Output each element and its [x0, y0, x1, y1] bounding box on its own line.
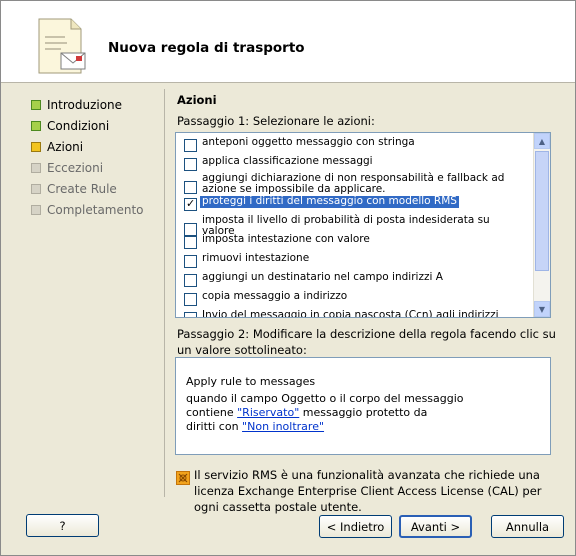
action-checkbox[interactable]	[184, 181, 197, 194]
action-label: aggiungi un destinatario nel campo indir…	[202, 271, 443, 283]
warning-glyph-icon	[178, 473, 188, 483]
action-label: applica classificazione messaggi	[202, 155, 373, 167]
action-checkbox[interactable]	[184, 312, 197, 317]
action-label: copia messaggio a indirizzo	[202, 290, 348, 302]
actions-scrollbar[interactable]: ▲ ▼	[533, 133, 550, 317]
rms-template-link[interactable]: "Non inoltrare"	[242, 420, 324, 433]
step-condizioni: Condizioni	[31, 115, 161, 136]
wizard-steps: Introduzione Condizioni Azioni Eccezioni…	[31, 94, 161, 220]
wizard-title: Nuova regola di trasporto	[108, 40, 305, 56]
step-complete-icon	[31, 99, 41, 110]
action-label: Invio del messaggio in copia nascosta (C…	[202, 309, 499, 318]
step-pending-icon	[31, 162, 41, 173]
action-checkbox[interactable]	[184, 139, 197, 152]
warning-icon	[176, 471, 190, 485]
action-item[interactable]: imposta intestazione con valore	[176, 234, 532, 253]
scroll-thumb[interactable]	[535, 151, 549, 271]
keyword-link[interactable]: "Riservato"	[237, 406, 299, 419]
wizard-header: Nuova regola di trasporto	[1, 1, 575, 83]
scroll-down-icon[interactable]: ▼	[534, 301, 550, 317]
action-item[interactable]: rimuovi intestazione	[176, 253, 532, 272]
description-line: Apply rule to messages	[186, 375, 316, 388]
step-introduzione: Introduzione	[31, 94, 161, 115]
action-label: imposta il livello di probabilità di pos…	[202, 214, 490, 226]
step-pending-icon	[31, 183, 41, 194]
step-eccezioni: Eccezioni	[31, 157, 161, 178]
step-pending-icon	[31, 204, 41, 215]
action-label: rimuovi intestazione	[202, 252, 310, 264]
action-checkbox[interactable]	[184, 255, 197, 268]
action-label: anteponi oggetto messaggio con stringa	[202, 136, 415, 148]
action-item[interactable]: copia messaggio a indirizzo	[176, 291, 532, 310]
next-button[interactable]: Avanti >	[399, 515, 472, 538]
step-azioni: Azioni	[31, 136, 161, 157]
step1-label: Passaggio 1: Selezionare le azioni:	[177, 114, 375, 128]
step2-label: Passaggio 2: Modificare la descrizione d…	[177, 327, 556, 357]
nav-divider	[164, 89, 165, 497]
description-line: contiene "Riservato" messaggio protetto …	[186, 406, 428, 419]
action-checkbox[interactable]	[184, 197, 197, 211]
action-checkbox[interactable]	[184, 236, 197, 249]
step-complete-icon	[31, 120, 41, 131]
transport-rule-wizard: Nuova regola di trasporto Introduzione C…	[0, 0, 576, 556]
document-mail-icon	[38, 18, 86, 74]
description-line: diritti con "Non inoltrare"	[186, 420, 325, 433]
action-checkbox[interactable]	[184, 293, 197, 306]
rule-description: Apply rule to messages quando il campo O…	[175, 357, 551, 455]
action-label: azione se impossibile da applicare.	[202, 183, 386, 195]
action-label: proteggi i diritti del messaggio con mod…	[200, 195, 459, 208]
cancel-button[interactable]: Annulla	[491, 515, 564, 538]
help-button[interactable]: ?	[26, 514, 99, 537]
section-title: Azioni	[177, 93, 217, 107]
back-button[interactable]: < Indietro	[319, 515, 392, 538]
actions-checklist[interactable]: anteponi oggetto messaggio con stringa ap…	[175, 132, 551, 318]
step-current-icon	[31, 141, 41, 152]
scroll-up-icon[interactable]: ▲	[534, 133, 550, 149]
rms-license-note: Il servizio RMS è una funzionalità avanz…	[194, 468, 542, 514]
action-item[interactable]: aggiungi un destinatario nel campo indir…	[176, 272, 532, 291]
action-item[interactable]: Invio del messaggio in copia nascosta (C…	[176, 309, 532, 318]
action-checkbox[interactable]	[184, 158, 197, 171]
action-label: imposta intestazione con valore	[202, 233, 370, 245]
step-create-rule: Create Rule	[31, 178, 161, 199]
step-completamento: Completamento	[31, 199, 161, 220]
action-item[interactable]: imposta il livello di probabilità di pos…	[176, 214, 532, 237]
action-item[interactable]: proteggi i diritti del messaggio con mod…	[176, 196, 532, 215]
action-item[interactable]: aggiungi dichiarazione di non responsabi…	[176, 173, 532, 195]
description-line: quando il campo Oggetto o il corpo del m…	[186, 392, 464, 405]
action-item[interactable]: anteponi oggetto messaggio con stringa	[176, 137, 532, 156]
action-checkbox[interactable]	[184, 274, 197, 287]
